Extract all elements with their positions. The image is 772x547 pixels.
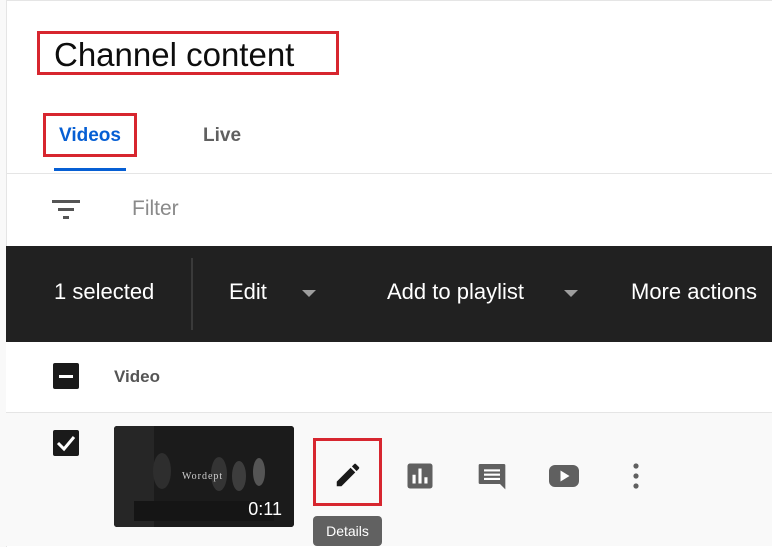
more-vert-icon[interactable] [630,461,642,491]
add-to-playlist-dropdown[interactable]: Add to playlist [387,279,524,305]
page-title: Channel content [54,36,295,73]
selected-count: 1 selected [54,279,155,304]
thumbnail-text: Wordept [182,471,224,482]
tab-videos[interactable]: Videos [59,125,121,147]
checkmark-icon [56,436,76,452]
divider [6,173,772,174]
indeterminate-mark-icon [59,375,73,378]
edit-dropdown[interactable]: Edit [229,279,267,305]
filter-icon[interactable] [52,199,80,221]
pencil-icon[interactable] [333,460,363,490]
video-duration: 0:11 [248,499,282,519]
tab-live[interactable]: Live [203,125,241,147]
column-header-video[interactable]: Video [114,367,160,387]
select-all-checkbox[interactable] [53,363,79,389]
active-tab-indicator [54,168,126,171]
edit-caret-icon[interactable] [302,290,316,297]
action-bar-separator [191,258,193,330]
row-checkbox[interactable] [53,430,79,456]
details-tooltip: Details [313,516,382,546]
youtube-icon[interactable] [548,462,580,490]
video-thumbnail[interactable]: Wordept 0:11 [114,426,294,527]
filter-input[interactable]: Filter [132,197,179,221]
more-actions-dropdown[interactable]: More actions [631,279,757,305]
analytics-icon[interactable] [405,461,435,491]
add-to-playlist-caret-icon[interactable] [564,290,578,297]
comments-icon[interactable] [476,460,508,492]
